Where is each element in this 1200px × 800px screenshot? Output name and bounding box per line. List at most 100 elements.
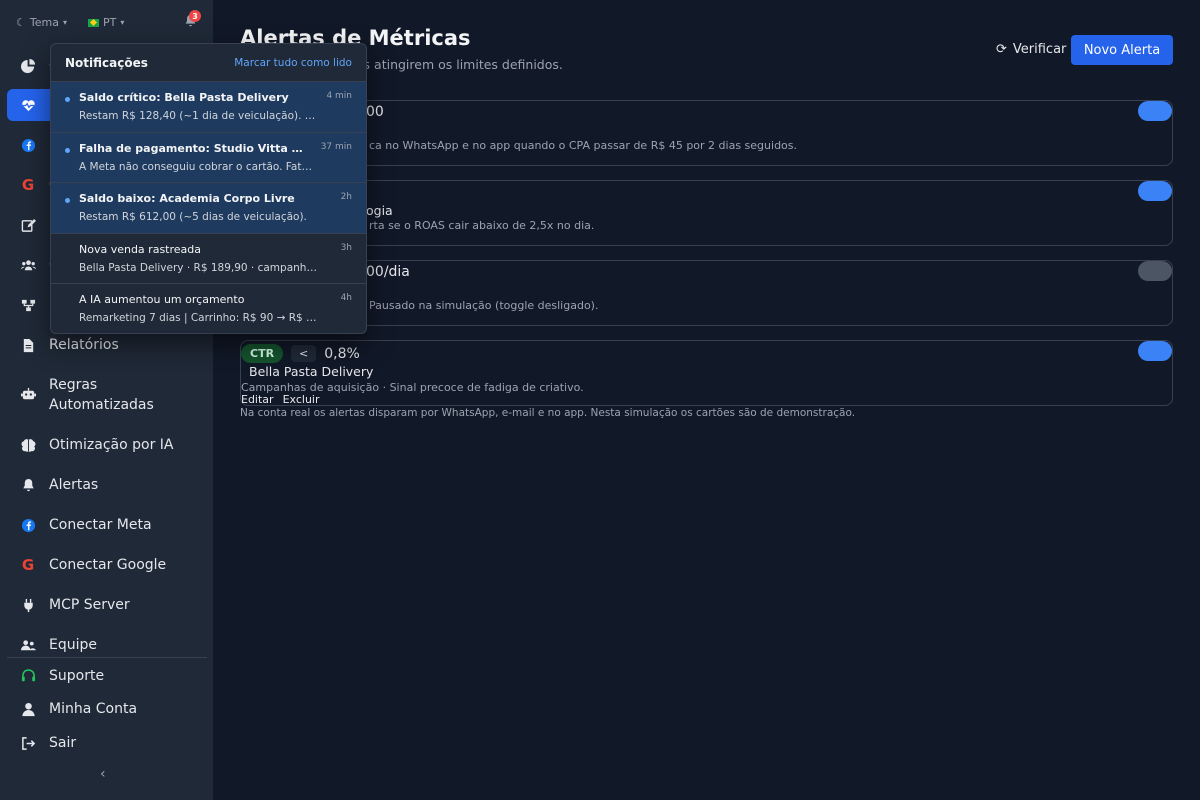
notification-time: 4h [340,293,352,303]
google-icon: G [21,556,35,574]
notification-item[interactable]: Nova venda rastreada Bella Pasta Deliver… [51,234,366,284]
alert-account: Bella Pasta Delivery [249,364,374,379]
alert-description: rta se o ROAS cair abaixo de 2,5x no dia… [369,219,595,232]
sidebar-item-connect-google[interactable]: G Conectar Google [7,549,207,581]
brain-icon [19,438,37,453]
notification-body: Restam R$ 128,40 (~1 dia de veiculação).… [79,110,317,122]
notification-count-badge: 3 [189,10,201,22]
notification-title: Falha de pagamento: Studio Vitta O... [79,141,311,155]
sidebar-item-ai-optimization[interactable]: Otimização por IA [7,429,207,461]
notification-body: A Meta não conseguiu cobrar o cartão. Fa… [79,160,317,173]
sidebar-item-support[interactable]: Suporte [7,660,207,692]
mark-all-read-link[interactable]: Marcar tudo como lido [234,57,352,69]
notification-item[interactable]: A IA aumentou um orçamento Remarketing 7… [51,284,366,333]
chevron-left-icon: ‹ [100,766,106,782]
notification-body: Remarketing 7 dias | Carrinho: R$ 90 → R… [79,312,317,324]
alert-toggle[interactable] [1138,101,1172,121]
notification-time: 2h [340,192,352,202]
alert-toggle[interactable] [1138,181,1172,201]
sidebar-item-logout[interactable]: Sair [7,727,207,759]
notification-title: Saldo crítico: Bella Pasta Delivery [79,91,289,104]
metric-chip: CTR [241,344,284,363]
notification-time: 4 min [326,91,352,101]
network-icon [19,298,37,313]
moon-icon: ☾ [16,16,26,29]
new-alert-button[interactable]: Novo Alerta [1071,35,1173,65]
notification-time: 3h [340,242,352,253]
users-icon [19,258,37,273]
sidebar-item-label: Suporte [49,668,105,684]
edit-alert-button[interactable]: Editar [241,393,274,406]
sidebar-item-alerts[interactable]: Alertas [7,469,207,501]
bell-icon [19,478,37,493]
sidebar-item-connect-meta[interactable]: Conectar Meta [7,509,207,541]
plug-icon [19,598,37,613]
alert-metric-row: 00 [366,104,384,120]
file-icon [19,338,37,353]
chevron-down-icon: ▾ [120,18,125,27]
brazil-flag-icon [88,18,99,27]
chart-pie-icon [19,58,37,74]
theme-toggle[interactable]: ☾ Tema ▾ [16,16,67,29]
footnote: Na conta real os alertas disparam por Wh… [240,407,856,419]
collapse-sidebar-button[interactable]: ‹ [100,766,106,782]
headset-icon [19,668,37,684]
operator-badge: < [291,345,317,362]
sidebar-item-mcp-server[interactable]: MCP Server [7,589,207,621]
verify-button[interactable]: ⟳ Verificar [996,42,1066,57]
edit-icon [19,218,37,233]
sidebar-item-label: Alertas [49,477,99,493]
robot-icon [19,387,37,402]
alert-card: CTR < 0,8% Bella Pasta Delivery Campanha… [240,340,1173,406]
verify-label: Verificar [1012,42,1067,57]
notifications-dropdown: Notificações Marcar tudo como lido Saldo… [50,43,367,334]
sidebar-item-label: Regras Automatizadas [49,377,154,413]
chevron-down-icon: ▾ [62,18,67,27]
notification-title: Saldo baixo: Academia Corpo Livre [79,192,295,205]
sidebar-item-my-account[interactable]: Minha Conta [7,693,207,725]
alert-card: ogia rta se o ROAS cair abaixo de 2,5x n… [240,180,1173,246]
notification-body: Restam R$ 612,00 (~5 dias de veiculação)… [79,211,307,223]
language-selector[interactable]: PT ▾ [88,16,124,29]
sidebar-item-label: MCP Server [49,597,130,613]
notification-time: 37 min [320,141,352,152]
notification-title: Nova venda rastreada [79,242,201,256]
notification-item[interactable]: Falha de pagamento: Studio Vitta O... A … [51,132,366,183]
alert-threshold-value: 0,8% [324,345,360,362]
unread-dot [65,97,70,102]
facebook-icon [19,138,37,153]
alert-account: ogia [366,203,393,218]
notification-item[interactable]: Saldo crítico: Bella Pasta Delivery Rest… [51,82,366,133]
alert-description: ca no WhatsApp e no app quando o CPA pas… [369,139,798,152]
sidebar-topbar: ☾ Tema ▾ PT ▾ 3 [0,0,213,44]
refresh-icon: ⟳ [996,42,1007,57]
alert-metric-row: 00/dia [366,264,410,280]
notification-title: A IA aumentou um orçamento [79,293,245,306]
unread-dot [65,147,70,153]
notification-item[interactable]: Saldo baixo: Academia Corpo Livre Restam… [51,183,366,234]
alert-threshold-value: 00/dia [366,264,410,280]
sidebar-item-label: Equipe [49,637,97,653]
facebook-icon [19,518,37,533]
sidebar-item-label: Sair [49,735,77,751]
user-icon [19,702,37,717]
sidebar-item-label: Otimização por IA [49,437,174,453]
sidebar-item-automated-rules[interactable]: Regras Automatizadas [7,375,207,415]
notifications-title: Notificações [65,55,148,70]
sidebar-item-label: Conectar Meta [49,517,152,533]
google-icon: G [21,176,35,194]
alert-metric-row: CTR < 0,8% [241,344,360,363]
theme-label: Tema [29,16,59,29]
sign-out-icon [19,736,37,751]
alert-toggle[interactable] [1138,261,1172,281]
alert-toggle[interactable] [1138,341,1172,361]
language-label: PT [103,16,117,29]
alert-description: Pausado na simulação (toggle desligado). [369,299,599,312]
sidebar-item-label: Minha Conta [49,701,138,717]
notification-body: Bella Pasta Delivery · R$ 189,90 · campa… [79,261,317,274]
heart-pulse-icon [19,98,37,113]
alert-card: 00 ca no WhatsApp e no app quando o CPA … [240,100,1173,166]
delete-alert-button[interactable]: Excluir [283,393,320,406]
unread-dot [65,198,70,203]
alert-card: 00/dia Pausado na simulação (toggle desl… [240,260,1173,326]
